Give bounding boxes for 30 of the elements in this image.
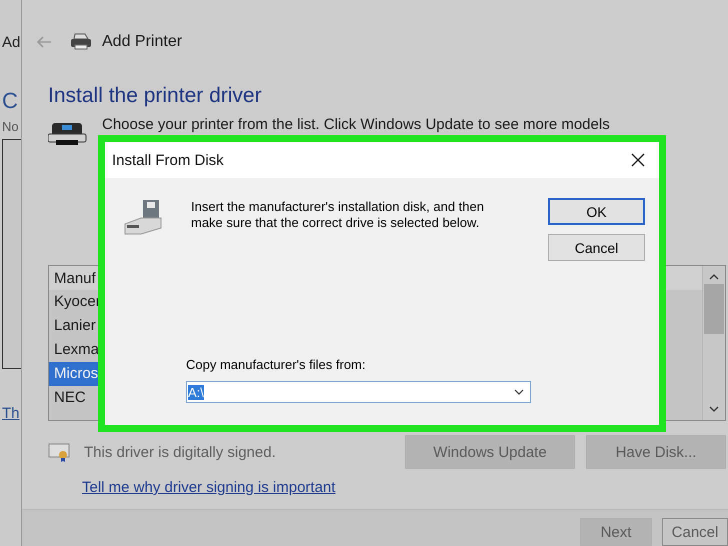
side-window-text: C	[2, 90, 19, 112]
scroll-thumb[interactable]	[704, 284, 724, 334]
scroll-up-icon	[709, 274, 719, 280]
description-text: Choose your printer from the list. Click Windows Update to see more models	[102, 116, 610, 133]
action-button[interactable]: Have Disk...	[586, 435, 726, 469]
path-combobox[interactable]: A:\	[186, 381, 531, 403]
footer-button[interactable]: Cancel	[662, 518, 728, 546]
chevron-down-icon	[514, 389, 524, 395]
side-window-text: No	[2, 120, 20, 133]
scroll-down-icon	[709, 406, 719, 412]
scrollbar[interactable]	[702, 266, 725, 420]
disk-drive-icon	[123, 198, 163, 236]
dialog-message: Insert the manufacturer's installation disk, and then make sure that the correct drive is selected below.	[191, 199, 485, 232]
window-title: Add Printer	[102, 33, 182, 51]
signature-text: This driver is digitally signed.	[84, 444, 277, 460]
footer-button[interactable]: Next	[580, 518, 652, 546]
dialog-button[interactable]: OK	[548, 198, 645, 225]
dialog-title: Install From Disk	[112, 152, 224, 168]
back-arrow-icon	[36, 36, 52, 48]
printer-icon	[70, 33, 92, 51]
side-link[interactable]: Th	[2, 405, 21, 422]
side-window-text: Ad	[2, 35, 21, 50]
action-button[interactable]: Windows Update	[405, 435, 575, 469]
certificate-icon	[48, 442, 70, 462]
path-label: Copy manufacturer's files from:	[186, 357, 366, 372]
page-heading: Install the printer driver	[48, 84, 263, 108]
dialog-button[interactable]: Cancel	[548, 234, 645, 261]
signing-info-link[interactable]: Tell me why driver signing is important	[82, 479, 728, 496]
close-icon	[631, 153, 645, 167]
printer-icon	[48, 120, 88, 148]
